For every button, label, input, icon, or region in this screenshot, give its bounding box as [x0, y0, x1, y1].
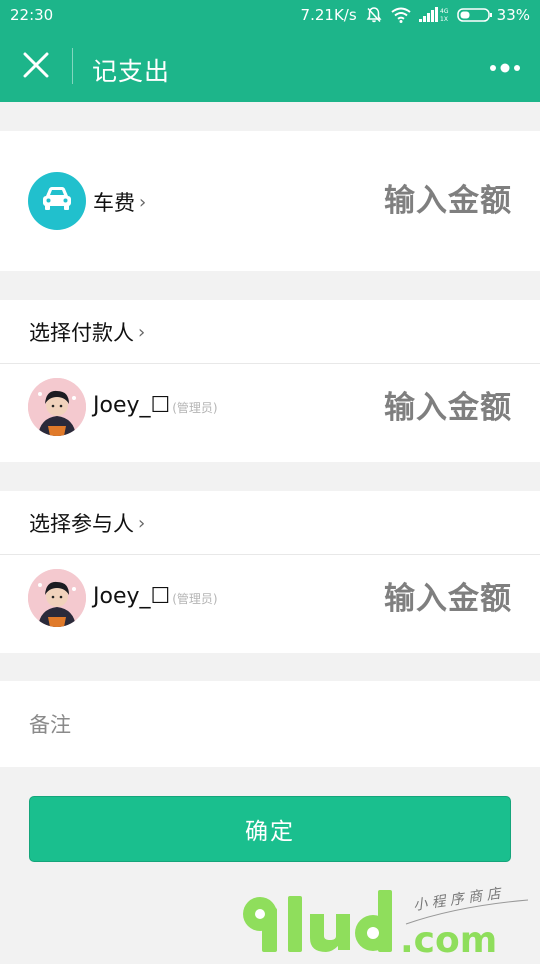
- chevron-right-icon: ›: [138, 513, 146, 534]
- payer-name: Joey_☐ (管理员): [93, 393, 218, 418]
- participant-name-text: Joey_☐: [93, 584, 171, 609]
- watermark-logo: .com 小 程 序 商 店: [238, 884, 538, 961]
- confirm-button[interactable]: 确定: [29, 796, 511, 862]
- mute-bell-icon: [365, 6, 383, 24]
- page-title: 记支出: [92, 57, 171, 86]
- battery-percent: 33%: [496, 6, 530, 24]
- car-icon: [40, 185, 74, 217]
- app-header: 22:30 7.21K/s 4G 1X 33% 记支出: [0, 0, 540, 102]
- select-participant-text: 选择参与人: [29, 512, 134, 536]
- select-payer-label: 选择付款人 ›: [29, 317, 145, 347]
- payer-name-text: Joey_☐: [93, 393, 171, 418]
- more-button[interactable]: [482, 52, 528, 82]
- net-speed: 7.21K/s: [300, 6, 357, 24]
- chevron-right-icon: ›: [138, 322, 146, 343]
- payer-amount-input[interactable]: 输入金额: [384, 382, 512, 427]
- payer-section: 选择付款人 › Joey_☐ (管理员) 输入金额: [0, 300, 540, 462]
- select-payer-text: 选择付款人: [29, 321, 134, 345]
- participant-person-row: Joey_☐ (管理员) 输入金额: [0, 555, 540, 653]
- more-dots-icon: [489, 58, 521, 77]
- status-indicators: 7.21K/s 4G 1X 33%: [301, 6, 530, 24]
- battery-indicator: 33%: [456, 6, 530, 24]
- close-icon: [23, 52, 49, 82]
- signal-icon: 4G 1X: [418, 6, 449, 24]
- chevron-right-icon: ›: [139, 192, 147, 213]
- participant-amount-input[interactable]: 输入金额: [384, 573, 512, 618]
- avatar: [28, 378, 86, 436]
- nav-divider: [72, 48, 73, 84]
- category-selector[interactable]: 车费 ›: [93, 187, 146, 217]
- network-type-bottom: 1X: [440, 16, 448, 23]
- avatar: [28, 569, 86, 627]
- category-section: 车费 › 输入金额: [0, 131, 540, 271]
- payer-role: (管理员): [172, 401, 218, 415]
- category-label: 车费: [93, 191, 135, 215]
- participant-section: 选择参与人 › Joey_☐ (管理员) 输入金额: [0, 491, 540, 653]
- close-button[interactable]: [16, 47, 56, 87]
- watermark-domain: .com: [400, 920, 497, 960]
- participant-role: (管理员): [172, 592, 218, 606]
- battery-icon: [456, 7, 493, 23]
- category-icon-circle[interactable]: [28, 172, 86, 230]
- category-amount-input[interactable]: 输入金额: [384, 175, 512, 220]
- select-participant-row[interactable]: 选择参与人 ›: [0, 491, 540, 555]
- wifi-icon: [391, 7, 411, 23]
- select-payer-row[interactable]: 选择付款人 ›: [0, 300, 540, 364]
- payer-person-row: Joey_☐ (管理员) 输入金额: [0, 364, 540, 462]
- status-time: 22:30: [10, 6, 54, 24]
- remark-section: 备注: [0, 681, 540, 767]
- participant-name: Joey_☐ (管理员): [93, 584, 218, 609]
- nav-bar: 记支出: [0, 32, 540, 102]
- network-type-top: 4G: [440, 8, 449, 15]
- remark-input[interactable]: 备注: [29, 709, 71, 739]
- status-bar: 22:30 7.21K/s 4G 1X 33%: [0, 0, 540, 32]
- select-participant-label: 选择参与人 ›: [29, 508, 145, 538]
